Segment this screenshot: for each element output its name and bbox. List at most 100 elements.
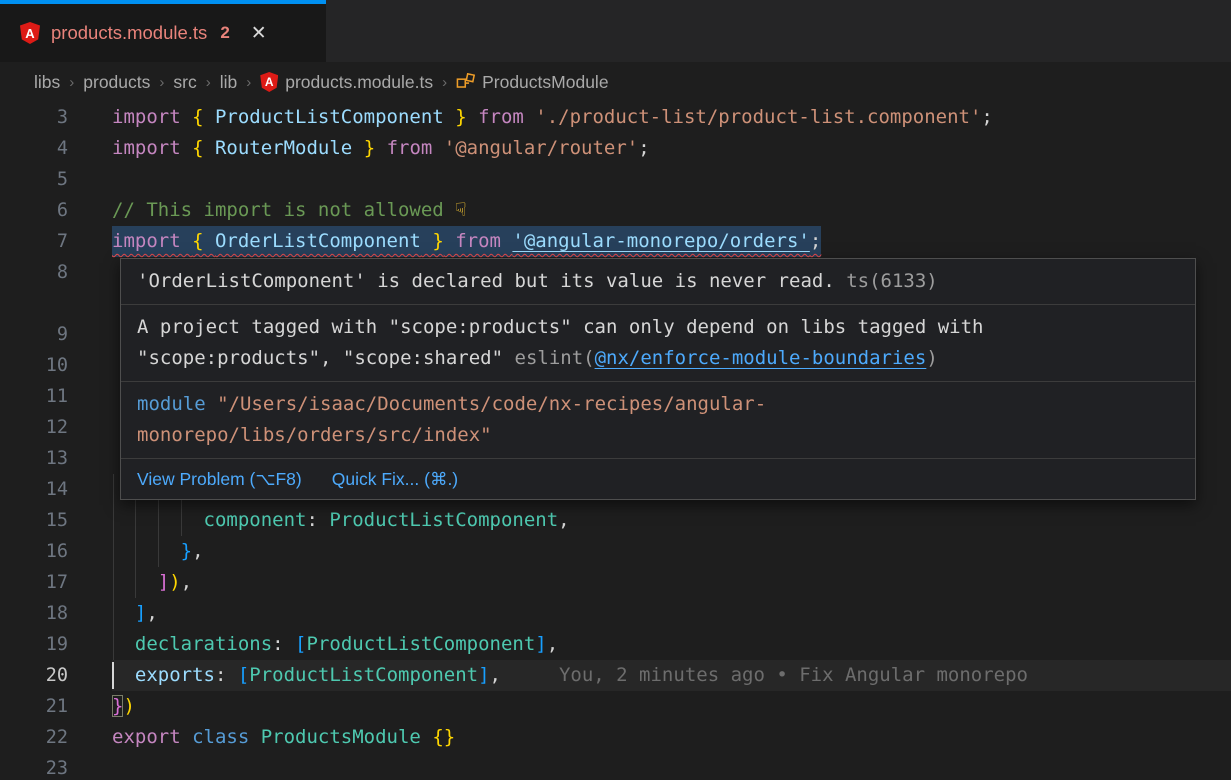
code-row[interactable]: 20 exports: [ProductListComponent],You, … <box>0 660 1231 691</box>
breadcrumb-label: lib <box>220 72 238 93</box>
code-token: , <box>192 540 203 562</box>
code-row[interactable]: 6 // This import is not allowed ☟ <box>0 195 1231 226</box>
code-line-content: // This import is not allowed ☟ <box>112 195 1231 226</box>
breadcrumb-item-src[interactable]: src <box>173 72 196 93</box>
line-number[interactable]: 3 <box>0 102 68 133</box>
line-number[interactable]: 22 <box>0 722 68 753</box>
code-line-content: import { OrderListComponent } from '@ang… <box>112 226 1231 257</box>
quick-fix-action[interactable]: Quick Fix... (⌘.) <box>332 465 458 493</box>
code-token: ) <box>169 571 180 593</box>
code-row[interactable]: 17 ]), <box>0 567 1231 598</box>
line-number[interactable]: 10 <box>0 350 68 381</box>
hover-text: ) <box>926 347 937 369</box>
code-row[interactable]: 16 }, <box>0 536 1231 567</box>
breadcrumb-item-libs[interactable]: libs <box>34 72 60 93</box>
line-number[interactable]: 14 <box>0 474 68 505</box>
code-line-content: component: ProductListComponent, <box>112 505 1231 536</box>
code-row[interactable]: 18 ], <box>0 598 1231 629</box>
code-row[interactable]: 4import { RouterModule } from '@angular/… <box>0 133 1231 164</box>
line-number[interactable]: 18 <box>0 598 68 629</box>
hover-message-line: module "/Users/isaac/Documents/code/nx-r… <box>137 389 1179 420</box>
tab-products-module[interactable]: A products.module.ts 2 ✕ <box>0 0 326 62</box>
code-token: ProductListComponent <box>215 106 444 128</box>
breadcrumb-item-products-module-ts[interactable]: Aproducts.module.ts <box>260 72 433 93</box>
code-row[interactable]: 7 import { OrderListComponent } from '@an… <box>0 226 1231 257</box>
line-number[interactable]: 20 <box>0 660 68 691</box>
line-number[interactable]: 12 <box>0 412 68 443</box>
hover-text: monorepo/libs/orders/src/index" <box>137 424 492 446</box>
code-token: '@angular/router' <box>444 137 638 159</box>
hover-message-section: A project tagged with "scope:products" c… <box>121 304 1195 381</box>
code-token: import <box>112 230 192 252</box>
line-number[interactable] <box>0 288 68 319</box>
code-token: } <box>112 695 123 717</box>
code-token: OrderListComponent <box>215 230 421 252</box>
line-number[interactable]: 19 <box>0 629 68 660</box>
code-token: import <box>112 106 192 128</box>
class-icon <box>456 73 475 92</box>
code-row[interactable]: 19 declarations: [ProductListComponent], <box>0 629 1231 660</box>
code-row[interactable]: 23 <box>0 753 1231 780</box>
code-token: : <box>306 509 329 531</box>
code-token: , <box>181 571 192 593</box>
breadcrumb-label: libs <box>34 72 60 93</box>
view-problem-action[interactable]: View Problem (⌥F8) <box>137 465 302 493</box>
code-line-content: declarations: [ProductListComponent], <box>112 629 1231 660</box>
code-token: [ <box>238 664 249 686</box>
line-number[interactable]: 6 <box>0 195 68 226</box>
hover-text: A project tagged with "scope:products" c… <box>137 316 983 338</box>
line-number[interactable]: 16 <box>0 536 68 567</box>
code-line-content: exports: [ProductListComponent],You, 2 m… <box>112 660 1231 691</box>
code-token: , <box>146 602 157 624</box>
code-token: , <box>490 664 501 686</box>
line-number[interactable]: 13 <box>0 443 68 474</box>
code-editor[interactable]: 'OrderListComponent' is declared but its… <box>0 102 1231 780</box>
code-token: ) <box>123 695 134 717</box>
code-row[interactable]: 3 import { ProductListComponent } from '.… <box>0 102 1231 133</box>
breadcrumb-label: products.module.ts <box>285 72 433 93</box>
line-number[interactable]: 11 <box>0 381 68 412</box>
indent-guide <box>158 505 159 536</box>
line-number[interactable]: 15 <box>0 505 68 536</box>
code-token: ProductListComponent <box>307 633 536 655</box>
tab-bar: A products.module.ts 2 ✕ <box>0 0 1231 62</box>
line-number[interactable]: 8 <box>0 257 68 288</box>
code-token: ] <box>535 633 546 655</box>
line-number[interactable]: 21 <box>0 691 68 722</box>
indent-guide <box>181 505 182 536</box>
indent-guide <box>113 505 114 536</box>
indent-guide <box>135 567 136 598</box>
line-number[interactable]: 23 <box>0 753 68 780</box>
code-token: export <box>112 726 192 748</box>
code-row[interactable]: 22export class ProductsModule {} <box>0 722 1231 753</box>
breadcrumb-item-productsmodule[interactable]: ProductsModule <box>456 72 608 93</box>
code-token: ] <box>112 571 169 593</box>
code-row[interactable]: 21}) <box>0 691 1231 722</box>
code-token: ; <box>638 137 649 159</box>
hover-message-line: "scope:products", "scope:shared" eslint(… <box>137 343 1179 374</box>
code-token: ; <box>810 230 821 252</box>
code-line-content: }, <box>112 536 1231 567</box>
angular-icon: A <box>260 72 278 92</box>
code-token: declarations <box>112 633 272 655</box>
breadcrumb-item-lib[interactable]: lib <box>220 72 238 93</box>
line-number[interactable]: 5 <box>0 164 68 195</box>
indent-guide <box>158 536 159 567</box>
breadcrumb-item-products[interactable]: products <box>83 72 150 93</box>
code-token: { <box>192 230 215 252</box>
close-icon[interactable]: ✕ <box>251 24 267 43</box>
code-token: from <box>375 137 444 159</box>
code-row[interactable]: 15 component: ProductListComponent, <box>0 505 1231 536</box>
line-number[interactable]: 17 <box>0 567 68 598</box>
code-token: , <box>547 633 558 655</box>
breadcrumb-label: products <box>83 72 150 93</box>
hover-message-line: monorepo/libs/orders/src/index" <box>137 420 1179 451</box>
line-number[interactable]: 7 <box>0 226 68 257</box>
indent-guide <box>113 567 114 598</box>
code-line-content <box>112 753 1231 780</box>
line-number[interactable]: 9 <box>0 319 68 350</box>
line-number[interactable]: 4 <box>0 133 68 164</box>
rule-link[interactable]: @nx/enforce-module-boundaries <box>595 347 927 369</box>
code-row[interactable]: 5 <box>0 164 1231 195</box>
code-line-content: import { ProductListComponent } from './… <box>112 102 1231 133</box>
